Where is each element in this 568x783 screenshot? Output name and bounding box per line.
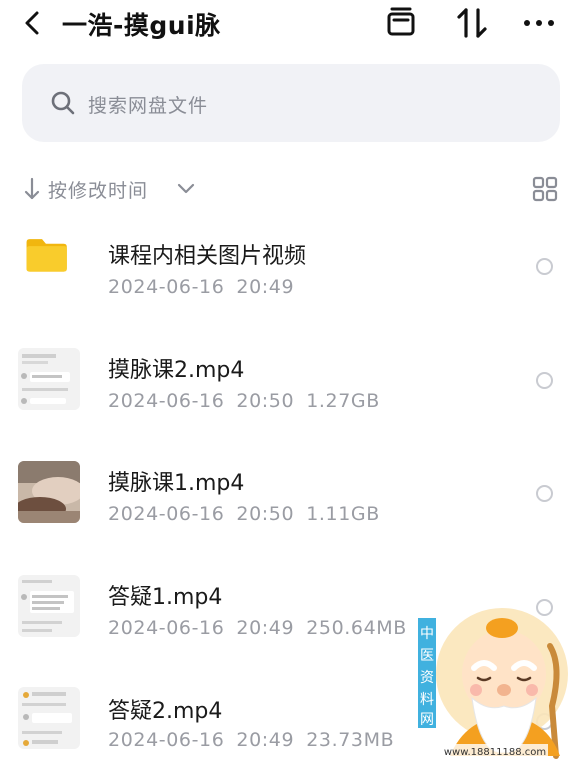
- watermark-char: 医: [420, 648, 434, 664]
- header-bar: 一浩-摸gui脉: [0, 0, 568, 50]
- video-thumbnail: [18, 461, 80, 523]
- video-thumbnail: [18, 687, 80, 749]
- video-thumbnail: [18, 575, 80, 637]
- sort-bar: 按修改时间: [24, 174, 564, 204]
- file-meta: 2024-06-16 20:49 250.64MB: [108, 617, 407, 639]
- file-name: 课程内相关图片视频: [108, 244, 307, 269]
- file-date: 2024-06-16: [108, 503, 225, 525]
- file-size: 1.27GB: [306, 390, 380, 412]
- file-time: 20:49: [236, 729, 295, 751]
- file-size: 250.64MB: [306, 617, 407, 639]
- file-time: 20:50: [236, 503, 295, 525]
- file-row-folder[interactable]: 课程内相关图片视频 2024-06-16 20:49: [0, 228, 568, 328]
- watermark-url: www.18811188.com: [444, 747, 546, 758]
- file-name: 摸脉课1.mp4: [108, 471, 245, 496]
- file-date: 2024-06-16: [108, 729, 225, 751]
- box-icon[interactable]: [384, 6, 418, 40]
- sort-down-arrow-icon[interactable]: [24, 177, 40, 201]
- chevron-down-icon[interactable]: [176, 180, 196, 198]
- file-size: 23.73MB: [306, 729, 395, 751]
- file-meta: 2024-06-16 20:49: [108, 276, 294, 298]
- file-row-video[interactable]: 摸脉课1.mp4 2024-06-16 20:50 1.11GB: [0, 455, 568, 555]
- watermark-char: 资: [420, 670, 434, 686]
- page-title: 一浩-摸gui脉: [62, 11, 221, 40]
- select-radio[interactable]: [536, 258, 553, 275]
- search-box[interactable]: 搜索网盘文件: [22, 64, 560, 142]
- file-time: 20:49: [236, 617, 295, 639]
- watermark-logo: 中 医 资 料 网 www.18811188.com: [418, 608, 568, 759]
- video-thumbnail: [18, 348, 80, 410]
- file-meta: 2024-06-16 20:50 1.27GB: [108, 390, 380, 412]
- more-icon[interactable]: [522, 6, 556, 40]
- watermark-char: 料: [420, 692, 434, 708]
- sort-swap-icon[interactable]: [455, 6, 489, 40]
- file-name: 摸脉课2.mp4: [108, 358, 245, 383]
- back-icon[interactable]: [18, 8, 48, 38]
- file-name: 答疑2.mp4: [108, 699, 223, 724]
- watermark-char: 网: [420, 712, 434, 728]
- file-meta: 2024-06-16 20:49 23.73MB: [108, 729, 394, 751]
- search-placeholder: 搜索网盘文件: [88, 95, 209, 117]
- file-row-video[interactable]: 摸脉课2.mp4 2024-06-16 20:50 1.27GB: [0, 342, 568, 442]
- select-radio[interactable]: [536, 485, 553, 502]
- file-name: 答疑1.mp4: [108, 585, 223, 610]
- watermark-char: 中: [420, 626, 434, 642]
- file-size: 1.11GB: [306, 503, 380, 525]
- grid-view-icon[interactable]: [532, 176, 558, 202]
- file-time: 20:50: [236, 390, 295, 412]
- file-meta: 2024-06-16 20:50 1.11GB: [108, 503, 380, 525]
- file-date: 2024-06-16: [108, 617, 225, 639]
- file-time: 20:49: [236, 276, 295, 298]
- search-icon: [51, 91, 75, 115]
- folder-icon: [26, 239, 67, 272]
- select-radio[interactable]: [536, 372, 553, 389]
- file-date: 2024-06-16: [108, 276, 225, 298]
- file-date: 2024-06-16: [108, 390, 225, 412]
- sort-label[interactable]: 按修改时间: [48, 176, 148, 203]
